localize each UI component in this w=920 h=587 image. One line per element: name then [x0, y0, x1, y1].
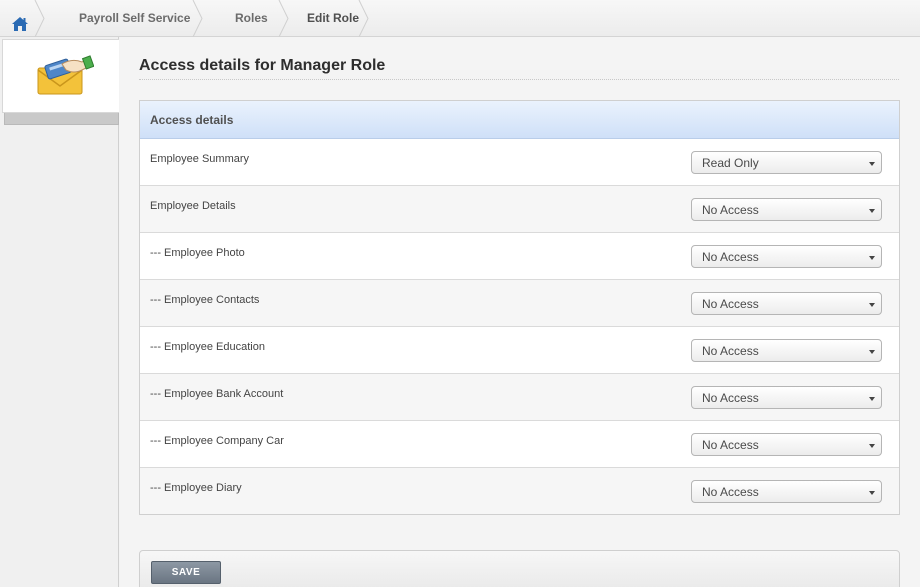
breadcrumb-item-edit-role: Edit Role: [280, 0, 370, 37]
access-level-select[interactable]: Read Only: [691, 151, 882, 174]
access-row-label: Employee Details: [150, 200, 236, 212]
chevron-down-icon: [869, 256, 875, 260]
breadcrumb-item-label: Edit Role: [307, 11, 360, 25]
access-row: --- Employee Contacts No Access: [140, 280, 899, 327]
access-row-label: --- Employee Company Car: [150, 435, 284, 447]
chevron-down-icon: [869, 303, 875, 307]
access-level-select[interactable]: No Access: [691, 245, 882, 268]
breadcrumb-item-payroll[interactable]: Payroll Self Service: [46, 0, 203, 37]
access-row-label: --- Employee Photo: [150, 247, 245, 259]
breadcrumb-separator: [34, 0, 45, 37]
access-level-value: No Access: [702, 297, 759, 311]
access-row: --- Employee Company Car No Access: [140, 421, 899, 468]
logo-shelf: [4, 113, 119, 125]
access-level-select[interactable]: No Access: [691, 292, 882, 315]
breadcrumb-home[interactable]: [0, 0, 45, 37]
access-row: --- Employee Photo No Access: [140, 233, 899, 280]
breadcrumb-item-label: Roles: [235, 11, 268, 25]
access-level-value: No Access: [702, 250, 759, 264]
save-button[interactable]: SAVE: [151, 561, 221, 584]
payroll-envelope-icon: [36, 54, 95, 99]
access-level-select[interactable]: No Access: [691, 339, 882, 362]
chevron-down-icon: [869, 162, 875, 166]
access-details-panel: Access details Employee Summary Read Onl…: [139, 100, 900, 515]
breadcrumb: Payroll Self Service Roles Edit Role: [0, 0, 920, 37]
access-row: --- Employee Education No Access: [140, 327, 899, 374]
access-level-value: No Access: [702, 438, 759, 452]
access-row-label: Employee Summary: [150, 153, 250, 165]
chevron-down-icon: [869, 209, 875, 213]
access-row-label: --- Employee Diary: [150, 482, 242, 494]
access-row-label: --- Employee Education: [150, 341, 265, 353]
access-row: --- Employee Diary No Access: [140, 468, 899, 514]
chevron-down-icon: [869, 350, 875, 354]
page-title: Access details for Manager Role: [139, 57, 386, 74]
breadcrumb-item-label: Payroll Self Service: [79, 11, 191, 25]
access-row: Employee Summary Read Only: [140, 139, 899, 186]
access-level-value: No Access: [702, 391, 759, 405]
access-level-select[interactable]: No Access: [691, 198, 882, 221]
access-row: Employee Details No Access: [140, 186, 899, 233]
panel-header: Access details: [140, 101, 899, 139]
access-level-value: No Access: [702, 344, 759, 358]
chevron-down-icon: [869, 444, 875, 448]
action-bar: SAVE: [139, 550, 900, 587]
access-row-label: --- Employee Contacts: [150, 294, 260, 306]
access-level-value: Read Only: [702, 156, 759, 170]
chevron-down-icon: [869, 397, 875, 401]
breadcrumb-item-roles[interactable]: Roles: [203, 0, 289, 37]
access-level-select[interactable]: No Access: [691, 480, 882, 503]
title-divider: [139, 79, 899, 80]
access-level-select[interactable]: No Access: [691, 433, 882, 456]
sidebar: [0, 37, 119, 587]
main-content: Access details for Manager Role Access d…: [120, 37, 920, 587]
breadcrumb-separator: [358, 0, 369, 37]
access-row: --- Employee Bank Account No Access: [140, 374, 899, 421]
access-level-value: No Access: [702, 485, 759, 499]
access-level-select[interactable]: No Access: [691, 386, 882, 409]
chevron-down-icon: [869, 491, 875, 495]
access-level-value: No Access: [702, 203, 759, 217]
access-row-label: --- Employee Bank Account: [150, 388, 284, 400]
module-logo: [2, 39, 119, 113]
